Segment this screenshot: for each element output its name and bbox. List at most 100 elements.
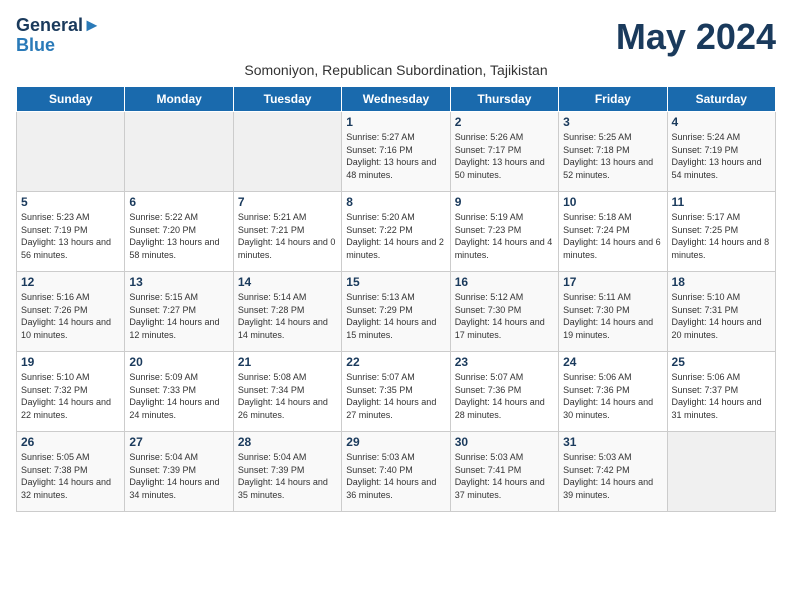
day-number: 25 xyxy=(672,355,771,369)
calendar-cell: 14Sunrise: 5:14 AMSunset: 7:28 PMDayligh… xyxy=(233,272,341,352)
cell-info: Sunrise: 5:18 AMSunset: 7:24 PMDaylight:… xyxy=(563,211,662,261)
calendar-cell: 30 Sunrise: 5:03 AMSunset: 7:41 PMDayligh… xyxy=(450,432,558,512)
cell-info: Sunrise: 5:04 AMSunset: 7:39 PMDaylight:… xyxy=(238,451,337,501)
cell-info: Sunrise: 5:26 AMSunset: 7:17 PMDaylight:… xyxy=(455,131,554,181)
day-number: 20 xyxy=(129,355,228,369)
cell-info: Sunrise: 5:25 AMSunset: 7:18 PMDaylight:… xyxy=(563,131,662,181)
cell-info: Sunrise: 5:16 AMSunset: 7:26 PMDaylight:… xyxy=(21,291,120,341)
calendar-cell: 12Sunrise: 5:16 AMSunset: 7:26 PMDayligh… xyxy=(17,272,125,352)
day-number: 5 xyxy=(21,195,120,209)
day-number: 6 xyxy=(129,195,228,209)
calendar-cell: 17Sunrise: 5:11 AMSunset: 7:30 PMDayligh… xyxy=(559,272,667,352)
calendar-cell: 16 Sunrise: 5:12 AMSunset: 7:30 PMDayligh… xyxy=(450,272,558,352)
calendar-cell: 18Sunrise: 5:10 AMSunset: 7:31 PMDayligh… xyxy=(667,272,775,352)
day-number: 22 xyxy=(346,355,445,369)
cell-info: Sunrise: 5:03 AMSunset: 7:42 PMDaylight:… xyxy=(563,451,662,501)
calendar-cell: 3Sunrise: 5:25 AMSunset: 7:18 PMDaylight… xyxy=(559,112,667,192)
calendar-cell: 1Sunrise: 5:27 AMSunset: 7:16 PMDaylight… xyxy=(342,112,450,192)
calendar-cell: 27 Sunrise: 5:04 AMSunset: 7:39 PMDayligh… xyxy=(125,432,233,512)
day-number: 15 xyxy=(346,275,445,289)
header-area: General► Blue May 2024 xyxy=(16,16,776,58)
cell-info: Sunrise: 5:09 AMSunset: 7:33 PMDaylight:… xyxy=(129,371,228,421)
cell-info: Sunrise: 5:14 AMSunset: 7:28 PMDaylight:… xyxy=(238,291,337,341)
calendar-cell: 8 Sunrise: 5:20 AMSunset: 7:22 PMDaylight… xyxy=(342,192,450,272)
calendar-cell: 20 Sunrise: 5:09 AMSunset: 7:33 PMDayligh… xyxy=(125,352,233,432)
calendar-cell: 25Sunrise: 5:06 AMSunset: 7:37 PMDayligh… xyxy=(667,352,775,432)
calendar-cell: 22 Sunrise: 5:07 AMSunset: 7:35 PMDayligh… xyxy=(342,352,450,432)
logo: General► Blue xyxy=(16,16,101,56)
calendar-cell: 15 Sunrise: 5:13 AMSunset: 7:29 PMDayligh… xyxy=(342,272,450,352)
cell-info: Sunrise: 5:24 AMSunset: 7:19 PMDaylight:… xyxy=(672,131,771,181)
calendar-cell: 31 Sunrise: 5:03 AMSunset: 7:42 PMDayligh… xyxy=(559,432,667,512)
calendar-cell: 21 Sunrise: 5:08 AMSunset: 7:34 PMDayligh… xyxy=(233,352,341,432)
day-number: 7 xyxy=(238,195,337,209)
subtitle: Somoniyon, Republican Subordination, Taj… xyxy=(16,62,776,78)
weekday-header-row: SundayMondayTuesdayWednesdayThursdayFrid… xyxy=(17,87,776,112)
calendar-table: SundayMondayTuesdayWednesdayThursdayFrid… xyxy=(16,86,776,512)
day-number: 8 xyxy=(346,195,445,209)
day-number: 11 xyxy=(672,195,771,209)
calendar-week-row: 19Sunrise: 5:10 AMSunset: 7:32 PMDayligh… xyxy=(17,352,776,432)
calendar-cell xyxy=(17,112,125,192)
weekday-header-monday: Monday xyxy=(125,87,233,112)
cell-info: Sunrise: 5:22 AMSunset: 7:20 PMDaylight:… xyxy=(129,211,228,261)
day-number: 28 xyxy=(238,435,337,449)
cell-info: Sunrise: 5:08 AMSunset: 7:34 PMDaylight:… xyxy=(238,371,337,421)
day-number: 2 xyxy=(455,115,554,129)
weekday-header-sunday: Sunday xyxy=(17,87,125,112)
cell-info: Sunrise: 5:04 AMSunset: 7:39 PMDaylight:… xyxy=(129,451,228,501)
day-number: 9 xyxy=(455,195,554,209)
calendar-week-row: 1Sunrise: 5:27 AMSunset: 7:16 PMDaylight… xyxy=(17,112,776,192)
logo-blue-text: Blue xyxy=(16,36,55,56)
cell-info: Sunrise: 5:12 AMSunset: 7:30 PMDaylight:… xyxy=(455,291,554,341)
logo-text: General► xyxy=(16,16,101,36)
cell-info: Sunrise: 5:07 AMSunset: 7:35 PMDaylight:… xyxy=(346,371,445,421)
cell-info: Sunrise: 5:19 AMSunset: 7:23 PMDaylight:… xyxy=(455,211,554,261)
day-number: 31 xyxy=(563,435,662,449)
month-title: May 2024 xyxy=(616,16,776,58)
calendar-cell xyxy=(667,432,775,512)
calendar-week-row: 12Sunrise: 5:16 AMSunset: 7:26 PMDayligh… xyxy=(17,272,776,352)
cell-info: Sunrise: 5:13 AMSunset: 7:29 PMDaylight:… xyxy=(346,291,445,341)
weekday-header-thursday: Thursday xyxy=(450,87,558,112)
day-number: 27 xyxy=(129,435,228,449)
cell-info: Sunrise: 5:15 AMSunset: 7:27 PMDaylight:… xyxy=(129,291,228,341)
day-number: 4 xyxy=(672,115,771,129)
day-number: 29 xyxy=(346,435,445,449)
calendar-cell: 13Sunrise: 5:15 AMSunset: 7:27 PMDayligh… xyxy=(125,272,233,352)
day-number: 1 xyxy=(346,115,445,129)
day-number: 23 xyxy=(455,355,554,369)
day-number: 30 xyxy=(455,435,554,449)
cell-info: Sunrise: 5:03 AMSunset: 7:41 PMDaylight:… xyxy=(455,451,554,501)
calendar-cell: 28 Sunrise: 5:04 AMSunset: 7:39 PMDayligh… xyxy=(233,432,341,512)
cell-info: Sunrise: 5:20 AMSunset: 7:22 PMDaylight:… xyxy=(346,211,445,261)
day-number: 24 xyxy=(563,355,662,369)
calendar-cell: 11 Sunrise: 5:17 AMSunset: 7:25 PMDayligh… xyxy=(667,192,775,272)
weekday-header-wednesday: Wednesday xyxy=(342,87,450,112)
calendar-cell: 26 Sunrise: 5:05 AMSunset: 7:38 PMDayligh… xyxy=(17,432,125,512)
cell-info: Sunrise: 5:21 AMSunset: 7:21 PMDaylight:… xyxy=(238,211,337,261)
day-number: 26 xyxy=(21,435,120,449)
weekday-header-tuesday: Tuesday xyxy=(233,87,341,112)
calendar-cell: 19Sunrise: 5:10 AMSunset: 7:32 PMDayligh… xyxy=(17,352,125,432)
calendar-cell xyxy=(233,112,341,192)
day-number: 10 xyxy=(563,195,662,209)
day-number: 16 xyxy=(455,275,554,289)
calendar-cell: 10 Sunrise: 5:18 AMSunset: 7:24 PMDayligh… xyxy=(559,192,667,272)
calendar-week-row: 5Sunrise: 5:23 AMSunset: 7:19 PMDaylight… xyxy=(17,192,776,272)
cell-info: Sunrise: 5:10 AMSunset: 7:31 PMDaylight:… xyxy=(672,291,771,341)
cell-info: Sunrise: 5:05 AMSunset: 7:38 PMDaylight:… xyxy=(21,451,120,501)
cell-info: Sunrise: 5:11 AMSunset: 7:30 PMDaylight:… xyxy=(563,291,662,341)
calendar-cell: 2 Sunrise: 5:26 AMSunset: 7:17 PMDaylight… xyxy=(450,112,558,192)
calendar-week-row: 26 Sunrise: 5:05 AMSunset: 7:38 PMDayligh… xyxy=(17,432,776,512)
calendar-cell: 7 Sunrise: 5:21 AMSunset: 7:21 PMDaylight… xyxy=(233,192,341,272)
day-number: 21 xyxy=(238,355,337,369)
cell-info: Sunrise: 5:17 AMSunset: 7:25 PMDaylight:… xyxy=(672,211,771,261)
calendar-cell: 24Sunrise: 5:06 AMSunset: 7:36 PMDayligh… xyxy=(559,352,667,432)
calendar-cell: 5Sunrise: 5:23 AMSunset: 7:19 PMDaylight… xyxy=(17,192,125,272)
calendar-cell: 4 Sunrise: 5:24 AMSunset: 7:19 PMDaylight… xyxy=(667,112,775,192)
calendar-cell: 23Sunrise: 5:07 AMSunset: 7:36 PMDayligh… xyxy=(450,352,558,432)
weekday-header-saturday: Saturday xyxy=(667,87,775,112)
cell-info: Sunrise: 5:10 AMSunset: 7:32 PMDaylight:… xyxy=(21,371,120,421)
weekday-header-friday: Friday xyxy=(559,87,667,112)
